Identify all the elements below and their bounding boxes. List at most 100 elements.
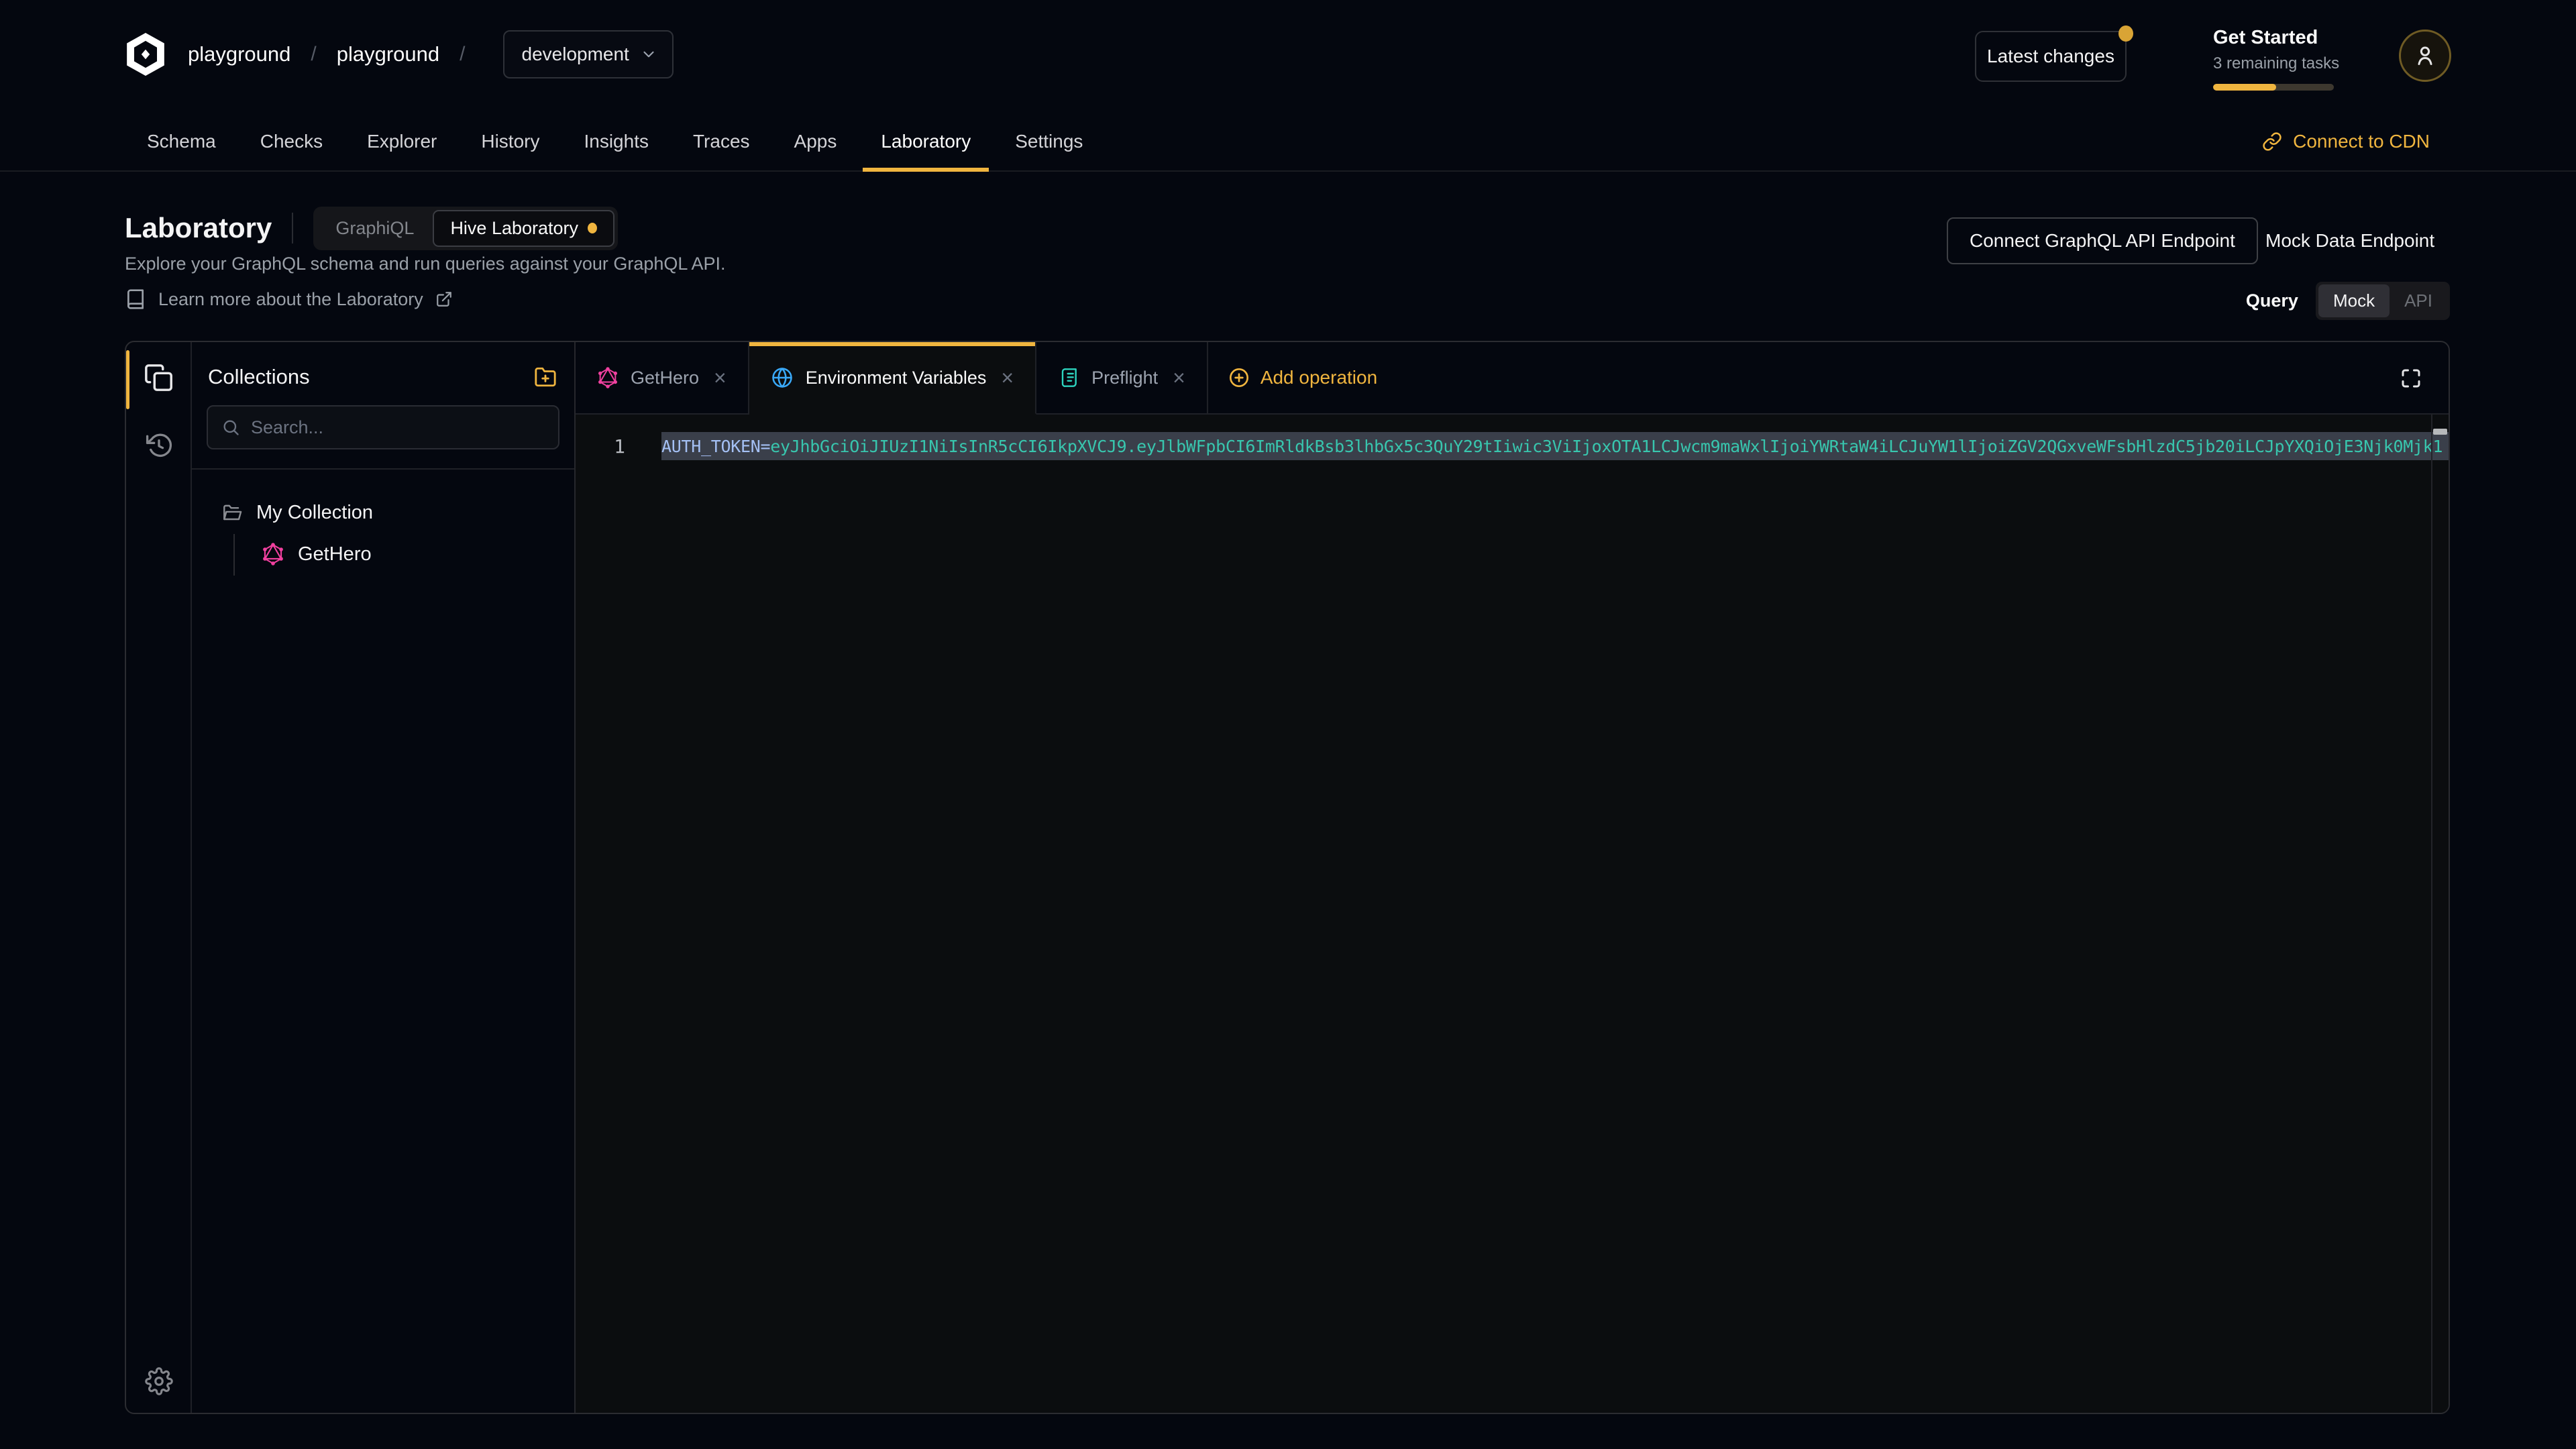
code-line-1[interactable]: 1 AUTH_TOKEN=eyJhbGciOiJIUzI1NiIsInR5cCI… <box>576 432 2449 460</box>
history-icon <box>144 431 174 460</box>
header: playground / playground / development <box>123 25 674 83</box>
breadcrumb-org[interactable]: playground <box>188 42 290 66</box>
project-nav: Schema Checks Explorer History Insights … <box>0 113 2576 172</box>
toggle-option-graphiql[interactable]: GraphiQL <box>317 210 433 247</box>
plus-circle-icon <box>1228 367 1250 388</box>
editor-column: GetHero × Environment Variables × <box>576 342 2449 1413</box>
editor-scrollbar-thumb[interactable] <box>2433 429 2447 435</box>
script-icon <box>1058 367 1079 388</box>
toggle-option-api[interactable]: API <box>2390 284 2447 317</box>
fullscreen-button[interactable] <box>2392 360 2430 397</box>
person-icon <box>2412 42 2438 69</box>
nav-item-explorer[interactable]: Explorer <box>345 113 459 170</box>
gear-icon <box>145 1367 173 1395</box>
breadcrumb-project[interactable]: playground <box>337 42 439 66</box>
get-started-progress-track <box>2213 84 2334 91</box>
selected-code-text: AUTH_TOKEN=eyJhbGciOiJIUzI1NiIsInR5cCI6I… <box>661 432 2449 460</box>
tab-label: Environment Variables <box>806 368 987 388</box>
toggle-option-hive-laboratory[interactable]: Hive Laboratory <box>433 210 614 247</box>
divider <box>292 213 293 244</box>
editor-tabbar: GetHero × Environment Variables × <box>576 342 2449 415</box>
search-input[interactable] <box>251 417 545 438</box>
nav-item-laboratory[interactable]: Laboratory <box>859 113 993 170</box>
learn-more-label: Learn more about the Laboratory <box>158 289 423 310</box>
tree-indent-guide <box>233 534 235 576</box>
search-icon <box>221 418 240 437</box>
collection-folder-label: My Collection <box>256 502 373 524</box>
nav-item-schema[interactable]: Schema <box>125 113 238 170</box>
add-operation-button[interactable]: Add operation <box>1228 342 1377 413</box>
nav-item-traces[interactable]: Traces <box>671 113 772 170</box>
collections-search[interactable] <box>207 405 559 449</box>
breadcrumb-separator: / <box>460 43 465 66</box>
nav-item-checks[interactable]: Checks <box>238 113 345 170</box>
editor-mode-toggle: GraphiQL Hive Laboratory <box>313 207 618 250</box>
collections-sidebar: Collections My Collection <box>192 342 576 1413</box>
tab-label: Preflight <box>1091 368 1158 388</box>
collections-icon <box>144 362 174 393</box>
editor-scrollbar-track[interactable] <box>2431 415 2449 1413</box>
page-title: Laboratory <box>125 212 272 244</box>
get-started-title: Get Started <box>2213 27 2341 49</box>
close-tab-icon[interactable]: × <box>714 367 727 388</box>
collections-title: Collections <box>208 365 310 389</box>
get-started-subtitle: 3 remaining tasks <box>2213 54 2341 73</box>
new-collection-folder-plus-icon[interactable] <box>534 366 557 388</box>
tab-environment-variables[interactable]: Environment Variables × <box>749 342 1036 415</box>
notification-dot <box>2118 25 2133 42</box>
collection-folder-row[interactable]: My Collection <box>192 495 574 530</box>
nav-item-insights[interactable]: Insights <box>561 113 671 170</box>
laboratory-panel: Collections My Collection <box>125 341 2450 1414</box>
target-selector-value: development <box>522 44 629 65</box>
mock-data-endpoint-button[interactable]: Mock Data Endpoint <box>2265 217 2434 264</box>
tab-gethero[interactable]: GetHero × <box>576 342 749 413</box>
query-label: Query <box>2246 290 2298 311</box>
graphql-tab-icon <box>597 367 619 388</box>
operation-label: GetHero <box>298 543 372 566</box>
nav-item-history[interactable]: History <box>459 113 561 170</box>
collections-rail-button[interactable] <box>126 362 192 393</box>
new-feature-dot <box>588 223 597 233</box>
env-var-name: AUTH_TOKEN <box>661 437 761 456</box>
external-link-icon <box>435 290 453 308</box>
connect-to-cdn-link[interactable]: Connect to CDN <box>2262 113 2430 170</box>
sidebar-icon-rail <box>126 342 192 1413</box>
tab-preflight[interactable]: Preflight × <box>1036 342 1208 413</box>
folder-open-icon <box>221 502 243 523</box>
tab-label: GetHero <box>631 368 699 388</box>
query-target-row: Query Mock API <box>2246 282 2450 320</box>
add-operation-label: Add operation <box>1260 367 1377 388</box>
page-description: Explore your GraphQL schema and run quer… <box>125 254 725 274</box>
hive-laboratory-page: playground / playground / development La… <box>0 0 2576 1449</box>
close-tab-icon[interactable]: × <box>1173 367 1185 388</box>
globe-icon <box>771 366 794 389</box>
connect-graphql-endpoint-button[interactable]: Connect GraphQL API Endpoint <box>1947 217 2258 264</box>
target-selector[interactable]: development <box>503 30 674 78</box>
latest-changes-button[interactable]: Latest changes <box>1975 31 2127 82</box>
settings-rail-button[interactable] <box>126 1367 192 1395</box>
fullscreen-icon <box>2399 366 2423 390</box>
graphql-operation-icon <box>262 543 284 566</box>
equals-sign: = <box>761 437 771 456</box>
learn-more-link[interactable]: Learn more about the Laboratory <box>125 288 453 310</box>
history-rail-button[interactable] <box>126 431 192 460</box>
latest-changes-label: Latest changes <box>1987 46 2114 67</box>
nav-item-settings[interactable]: Settings <box>993 113 1105 170</box>
operation-row-gethero[interactable]: GetHero <box>192 537 574 572</box>
toggle-option-mock[interactable]: Mock <box>2318 284 2390 317</box>
laboratory-header: Laboratory GraphiQL Hive Laboratory <box>125 204 618 252</box>
get-started-progress-fill <box>2213 84 2276 91</box>
line-number: 1 <box>576 435 661 458</box>
book-icon <box>125 288 146 310</box>
collections-tree: My Collection GetHero <box>192 470 574 572</box>
user-avatar[interactable] <box>2399 30 2451 82</box>
environment-editor[interactable]: 1 AUTH_TOKEN=eyJhbGciOiJIUzI1NiIsInR5cCI… <box>576 415 2449 1413</box>
close-tab-icon[interactable]: × <box>1001 367 1014 388</box>
chevron-down-icon <box>640 46 657 63</box>
hive-logo-icon[interactable] <box>123 32 168 76</box>
get-started-widget[interactable]: Get Started 3 remaining tasks <box>2213 27 2341 91</box>
nav-item-apps[interactable]: Apps <box>772 113 859 170</box>
env-var-value: eyJhbGciOiJIUzI1NiIsInR5cCI6IkpXVCJ9.eyJ… <box>770 437 2443 456</box>
toggle-option-label: Hive Laboratory <box>450 218 578 239</box>
link-icon <box>2262 131 2282 152</box>
